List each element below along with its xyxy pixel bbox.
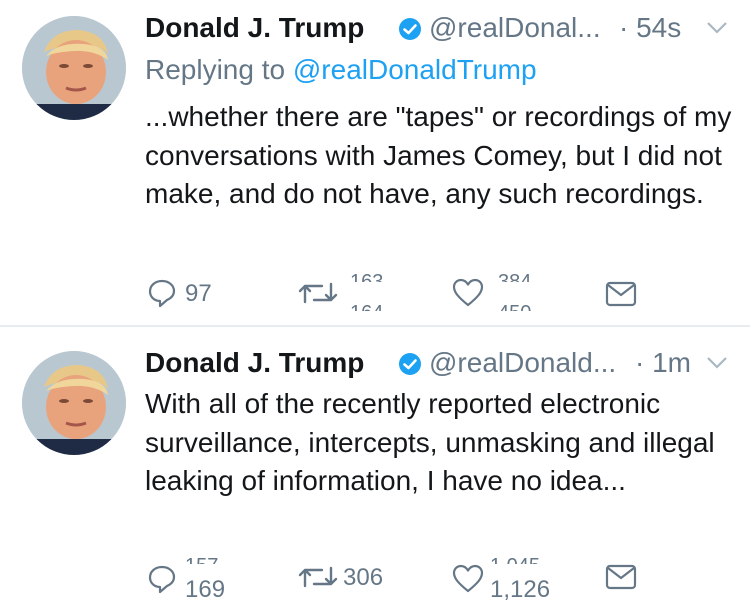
tweet-actions: 157 169 306 1,045 1,126: [145, 556, 745, 603]
reply-button[interactable]: 157 169: [145, 556, 245, 603]
like-count-outgoing: 1,045: [490, 556, 540, 564]
retweet-icon: [298, 566, 338, 588]
direct-message-button[interactable]: [603, 560, 643, 600]
tweet-text: With all of the recently reported electr…: [145, 388, 715, 496]
author-name[interactable]: Donald J. Trump: [145, 345, 364, 381]
retweet-count: 306: [343, 564, 384, 591]
reply-count: 169: [185, 576, 226, 603]
chevron-down-icon[interactable]: [706, 355, 728, 371]
like-count: 1,126: [490, 576, 551, 603]
author-handle[interactable]: @realDonald...: [429, 345, 616, 381]
heart-icon: [452, 564, 484, 593]
verified-badge-icon: [399, 353, 421, 375]
timestamp[interactable]: · 1m: [635, 345, 691, 381]
envelope-icon: [605, 564, 637, 590]
tweet-2[interactable]: Donald J. Trump @realDonald... · 1m With…: [0, 0, 750, 610]
like-button[interactable]: 1,045 1,126: [450, 556, 560, 603]
retweet-button[interactable]: 306: [297, 560, 407, 600]
reply-count-outgoing: 157: [185, 556, 218, 564]
tweet-header: Donald J. Trump @realDonald... · 1m: [145, 345, 730, 381]
avatar[interactable]: [22, 351, 126, 455]
reply-icon: [148, 565, 176, 594]
